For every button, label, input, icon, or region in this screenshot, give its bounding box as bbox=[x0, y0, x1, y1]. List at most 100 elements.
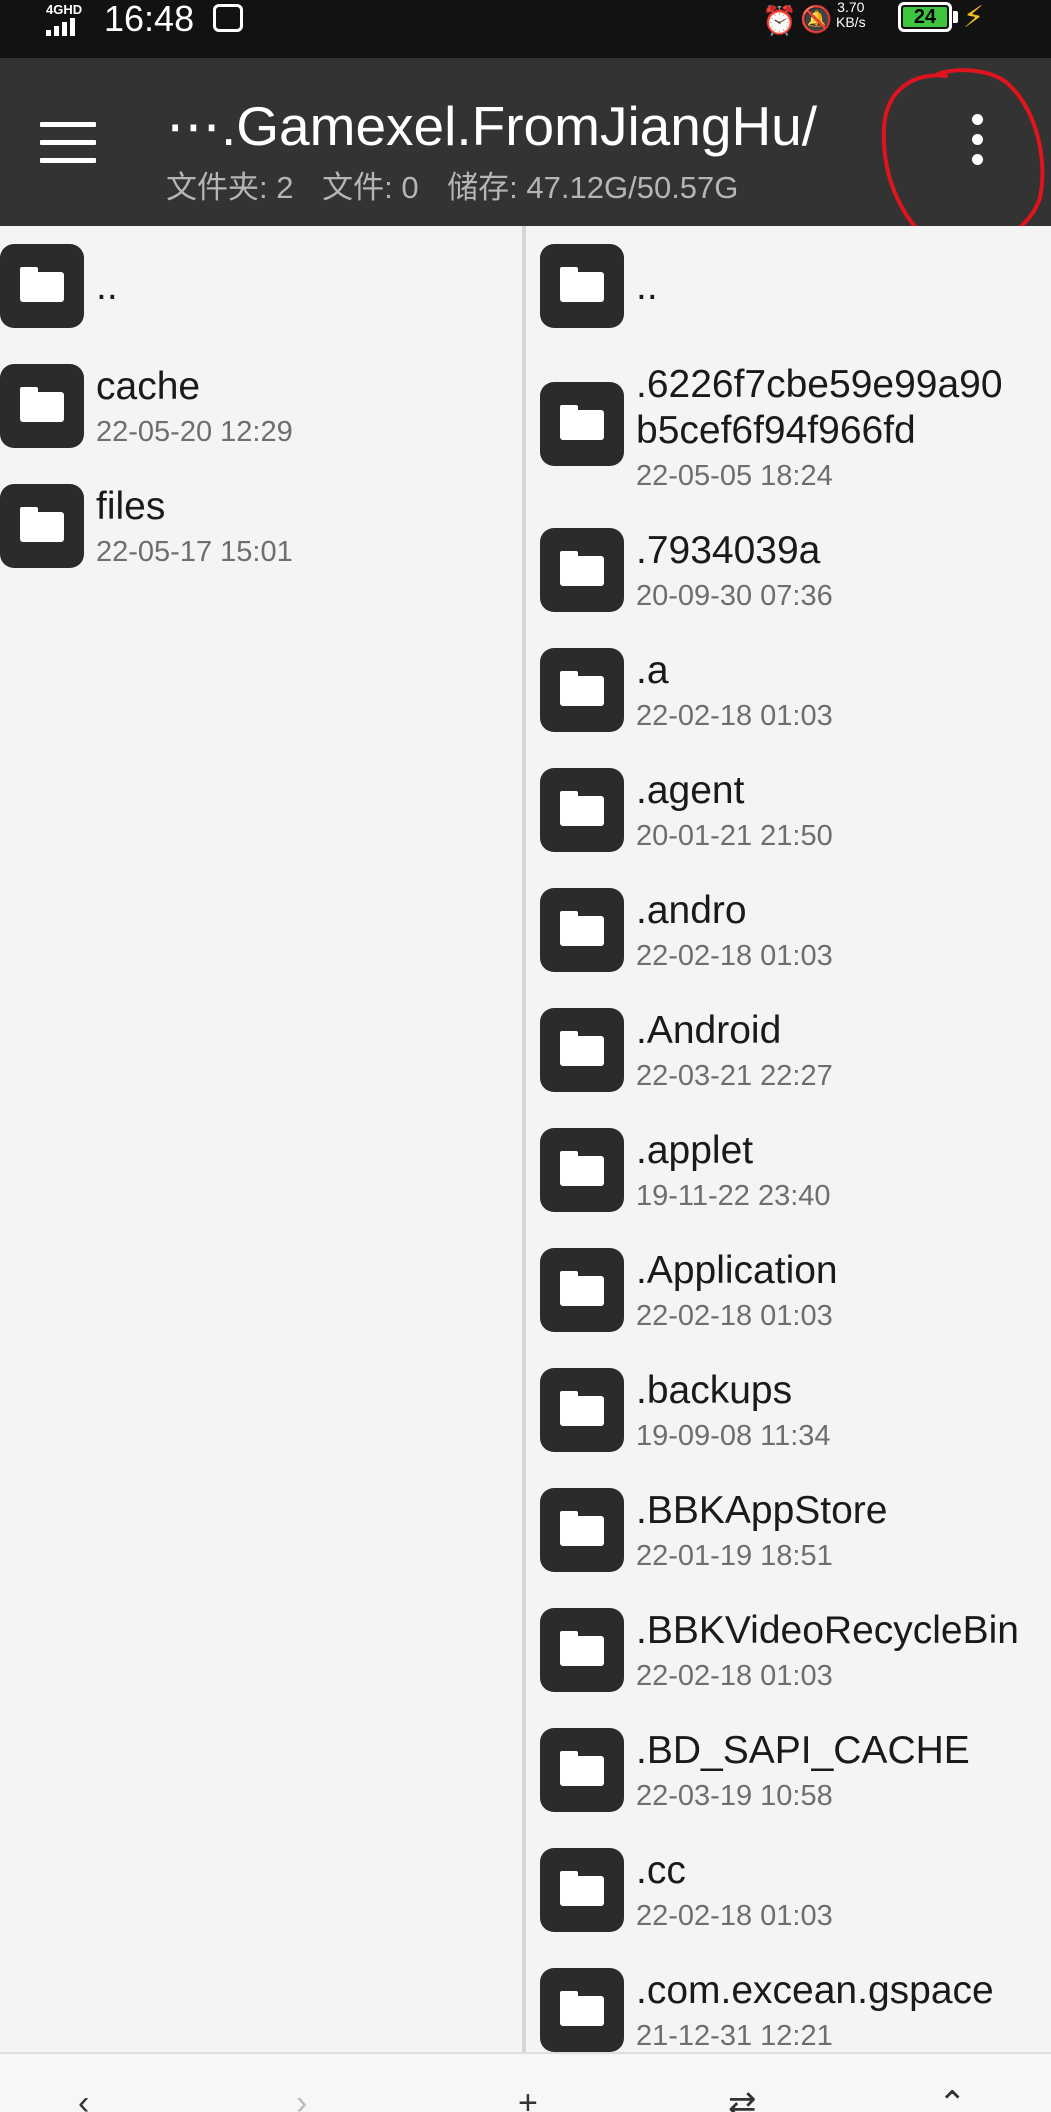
forward-icon[interactable]: › bbox=[296, 2084, 307, 2112]
file-date: 22-02-18 01:03 bbox=[636, 1900, 833, 1932]
list-item[interactable]: .com.excean.gspace 21-12-31 12:21 bbox=[526, 1968, 1051, 2052]
file-name: .a bbox=[636, 649, 669, 692]
file-name: .backups bbox=[636, 1369, 793, 1412]
file-date: 22-02-18 01:03 bbox=[636, 1660, 833, 1692]
list-item[interactable]: .applet 19-11-22 23:40 bbox=[526, 1128, 1051, 1228]
folder-summary: 文件夹: 2 文件: 0 储存: 47.12G/50.57G bbox=[166, 162, 758, 207]
clock: 16:48 bbox=[104, 0, 195, 39]
add-icon[interactable]: + bbox=[518, 2084, 538, 2112]
list-item[interactable]: .Android 22-03-21 22:27 bbox=[526, 1008, 1051, 1108]
battery-nub bbox=[953, 11, 958, 23]
file-name: .Application bbox=[636, 1249, 838, 1292]
list-item[interactable]: .cc 22-02-18 01:03 bbox=[526, 1848, 1051, 1948]
app-notification-icon bbox=[213, 4, 243, 32]
file-name: .BBKVideoRecycleBin bbox=[636, 1609, 1019, 1652]
folder-icon bbox=[540, 1368, 624, 1452]
file-name: .6226f7cbe59e99a90 bbox=[636, 363, 1003, 406]
list-item[interactable]: files 22-05-17 15:01 bbox=[0, 484, 522, 584]
file-name: .com.excean.gspace bbox=[636, 1969, 994, 2012]
folder-icon bbox=[0, 484, 84, 568]
more-vert-icon[interactable] bbox=[972, 114, 983, 174]
list-item[interactable]: .BD_SAPI_CACHE 22-03-19 10:58 bbox=[526, 1728, 1051, 1828]
charging-icon: ⚡ bbox=[963, 1, 985, 34]
list-item[interactable]: .andro 22-02-18 01:03 bbox=[526, 888, 1051, 988]
file-date: 22-02-18 01:03 bbox=[636, 1300, 833, 1332]
file-name: .cc bbox=[636, 1849, 686, 1892]
file-date: 22-02-18 01:03 bbox=[636, 700, 833, 732]
app-bar: ⋯.Gamexel.FromJiangHu/ 文件夹: 2 文件: 0 储存: … bbox=[0, 58, 1051, 226]
back-icon[interactable]: ‹ bbox=[78, 2084, 89, 2112]
right-file-pane[interactable]: .. .6226f7cbe59e99a90 b5cef6f94f966fd 22… bbox=[526, 226, 1051, 2052]
file-date: 22-02-18 01:03 bbox=[636, 940, 833, 972]
file-count: 文件: 0 bbox=[322, 170, 419, 205]
file-name: .BD_SAPI_CACHE bbox=[636, 1729, 970, 1772]
file-name: .BBKAppStore bbox=[636, 1489, 888, 1532]
hamburger-icon[interactable] bbox=[40, 122, 96, 163]
list-item[interactable]: .a 22-02-18 01:03 bbox=[526, 648, 1051, 748]
file-name: .andro bbox=[636, 889, 747, 932]
folder-icon bbox=[0, 364, 84, 448]
file-name: .applet bbox=[636, 1129, 754, 1172]
file-name: .. bbox=[636, 265, 658, 308]
file-date: 22-03-21 22:27 bbox=[636, 1060, 833, 1092]
folder-icon bbox=[540, 1128, 624, 1212]
storage-usage: 储存: 47.12G/50.57G bbox=[447, 170, 739, 205]
alarm-icon: ⏰ bbox=[762, 5, 797, 36]
left-file-pane[interactable]: .. cache 22-05-20 12:29 files 22-05-17 1… bbox=[0, 226, 522, 2052]
folder-icon bbox=[540, 768, 624, 852]
notifications-off-icon: 🔕 bbox=[800, 4, 833, 34]
up-icon[interactable]: ⌃ bbox=[938, 2084, 967, 2112]
network-speed: 3.70 KB/s bbox=[836, 0, 866, 30]
file-date: 19-09-08 11:34 bbox=[636, 1420, 831, 1452]
list-item[interactable]: .. bbox=[0, 244, 522, 344]
folder-icon bbox=[540, 1608, 624, 1692]
list-item[interactable]: .. bbox=[526, 244, 1051, 344]
list-item[interactable]: .BBKVideoRecycleBin 22-02-18 01:03 bbox=[526, 1608, 1051, 1708]
file-date: 22-03-19 10:58 bbox=[636, 1780, 833, 1812]
file-name: cache bbox=[96, 365, 201, 408]
file-date: 22-05-17 15:01 bbox=[96, 536, 293, 568]
file-date: 20-01-21 21:50 bbox=[636, 820, 833, 852]
folder-icon bbox=[540, 1728, 624, 1812]
file-name: .Android bbox=[636, 1009, 782, 1052]
status-bar: 4GHD 16:48 ⏰ 🔕 3.70 KB/s 24 ⚡ bbox=[0, 0, 1051, 58]
folder-icon bbox=[540, 648, 624, 732]
folder-icon bbox=[540, 528, 624, 612]
swap-panes-icon[interactable]: ⇄ bbox=[728, 2084, 757, 2112]
list-item[interactable]: .agent 20-01-21 21:50 bbox=[526, 768, 1051, 868]
file-date: 21-12-31 12:21 bbox=[636, 2020, 833, 2052]
file-date: 22-01-19 18:51 bbox=[636, 1540, 833, 1572]
folder-icon bbox=[540, 1488, 624, 1572]
bottom-toolbar: ‹ › + ⇄ ⌃ bbox=[0, 2052, 1051, 2112]
folder-icon bbox=[540, 1968, 624, 2052]
battery-icon: 24 bbox=[898, 2, 952, 32]
list-item[interactable]: .BBKAppStore 22-01-19 18:51 bbox=[526, 1488, 1051, 1588]
list-item[interactable]: .Application 22-02-18 01:03 bbox=[526, 1248, 1051, 1348]
folder-icon bbox=[0, 244, 84, 328]
network-type: 4GHD bbox=[46, 2, 83, 17]
list-item[interactable]: cache 22-05-20 12:29 bbox=[0, 364, 522, 464]
file-name: .7934039a bbox=[636, 529, 821, 572]
file-date: 19-11-22 23:40 bbox=[636, 1180, 831, 1212]
folder-icon bbox=[540, 244, 624, 328]
list-item[interactable]: .7934039a 20-09-30 07:36 bbox=[526, 528, 1051, 628]
list-item[interactable]: .backups 19-09-08 11:34 bbox=[526, 1368, 1051, 1468]
folder-icon bbox=[540, 888, 624, 972]
network-speed-unit: KB/s bbox=[836, 14, 866, 30]
list-item[interactable]: .6226f7cbe59e99a90 b5cef6f94f966fd 22-05… bbox=[526, 363, 1051, 504]
signal-icon: 4GHD bbox=[46, 2, 94, 36]
folder-icon bbox=[540, 1848, 624, 1932]
current-path: ⋯.Gamexel.FromJiangHu/ bbox=[166, 95, 818, 157]
file-date: 22-05-05 18:24 bbox=[636, 460, 833, 492]
network-speed-value: 3.70 bbox=[837, 0, 865, 15]
file-name: files bbox=[96, 485, 166, 528]
folder-count: 文件夹: 2 bbox=[166, 170, 294, 205]
file-name: .agent bbox=[636, 769, 745, 812]
folder-icon bbox=[540, 1008, 624, 1092]
folder-icon bbox=[540, 382, 624, 466]
battery-level: 24 bbox=[913, 6, 937, 28]
file-date: 20-09-30 07:36 bbox=[636, 580, 833, 612]
file-name: .. bbox=[96, 265, 118, 308]
file-date: 22-05-20 12:29 bbox=[96, 416, 293, 448]
file-name-line-2: b5cef6f94f966fd bbox=[636, 409, 916, 452]
